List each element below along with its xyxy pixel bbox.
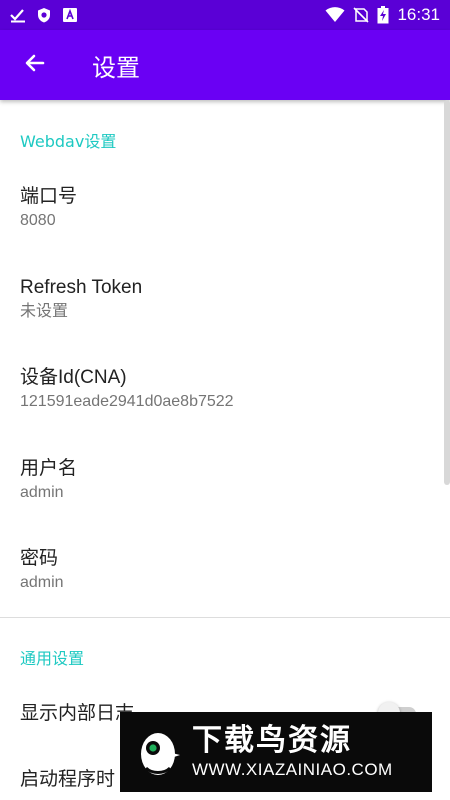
font-a-icon [62,7,78,23]
pref-refresh-token[interactable]: Refresh Token 未设置 [0,276,440,322]
pref-summary: 121591eade2941d0ae8b7522 [20,393,234,410]
bird-logo-icon [134,724,182,780]
section-header-general: 通用设置 [20,649,85,668]
pref-title: 用户名 [20,458,78,479]
pref-summary: 未设置 [20,303,69,320]
pref-title: 端口号 [20,186,78,207]
pref-username[interactable]: 用户名 admin [0,457,440,503]
pref-summary: admin [20,484,64,501]
status-bar: 16:31 [0,0,450,30]
pref-title: 设备Id(CNA) [20,367,127,388]
no-sim-icon [353,7,370,23]
section-header-webdav: Webdav设置 [20,132,117,151]
section-divider [0,617,450,618]
status-time: 16:31 [397,5,440,24]
pref-summary: admin [20,574,64,591]
watermark-url: WWW.XIAZAINIAO.COM [192,760,393,779]
scrollbar[interactable] [444,100,450,485]
settings-list[interactable]: Webdav设置 端口号 8080 Refresh Token 未设置 设备Id… [0,100,450,800]
battery-charging-icon [377,6,389,24]
shield-icon [36,7,52,23]
watermark-brand: 下载鸟资源 [192,723,352,758]
wifi-icon [325,7,345,23]
back-button[interactable] [0,30,70,100]
pref-password[interactable]: 密码 admin [0,547,440,593]
pref-device-id[interactable]: 设备Id(CNA) 121591eade2941d0ae8b7522 [0,366,440,412]
download-done-icon [10,7,26,23]
watermark-banner: 下载鸟资源 WWW.XIAZAINIAO.COM [120,712,432,792]
pref-title: Refresh Token [20,277,143,298]
app-bar: 设置 [0,30,450,100]
arrow-back-icon [23,51,47,79]
pref-title: 密码 [20,548,59,569]
pref-summary: 8080 [20,212,56,229]
pref-port[interactable]: 端口号 8080 [0,185,440,231]
page-title: 设置 [92,53,140,82]
